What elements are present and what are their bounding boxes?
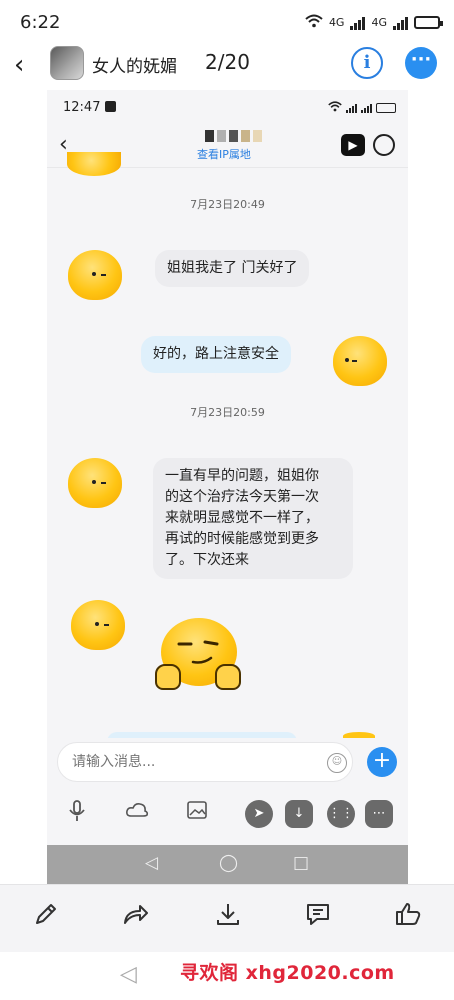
signal-icon [361,103,372,113]
thumbs-up-icon [155,664,181,690]
message-timestamp: 7月23日20:59 [190,406,265,419]
profile-icon[interactable] [373,134,395,156]
thumbs-up-icon [215,664,241,690]
nav-back-icon[interactable]: ◁ [120,962,137,987]
thumbs-up-smirk-emoji[interactable] [155,618,241,692]
inner-status-bar: 12:47 [47,90,408,124]
message-text: 姐姐我走了 门关好了 [167,260,298,276]
add-button[interactable]: + [367,747,397,777]
share-icon[interactable] [118,901,154,937]
signal-icon [393,16,408,30]
nav-recents-icon: □ [293,853,310,873]
app-notification-icon [105,101,116,112]
avatar[interactable] [71,600,125,650]
action-bar [0,884,454,952]
info-icon[interactable]: i [351,47,383,79]
cloud-icon[interactable] [123,800,151,828]
message-text: 了。下次还来 [165,552,249,568]
message-bubble: 一直有早的问题，姐姐你 的这个治疗法今天第一次 来就明显感觉不一样了， 再试的时… [153,458,353,579]
avatar [67,152,121,176]
mic-icon[interactable] [63,800,91,828]
inner-status-time: 12:47 [63,100,101,115]
comment-icon[interactable] [300,901,336,937]
message-input[interactable] [57,742,353,782]
chat-icon[interactable]: ⋯ [365,800,393,828]
viewer-header: ‹ 女人的妩媚 2/20 i ··· [0,44,454,84]
message-bubble: 姐姐我走了 门关好了 [155,250,310,287]
download-icon[interactable]: ↓ [285,800,313,828]
message-bubble: 好的，路上注意安全 [141,336,291,373]
network-type-label: 4G [371,16,387,29]
signal-icon [350,16,366,30]
watermark-text: 寻欢阁 xhg2020.com [180,962,395,984]
message-text: 再试的时候能感觉到更多 [165,531,319,547]
message-text: 来就明显感觉不一样了， [165,510,319,526]
share-icon[interactable]: ➤ [245,800,273,828]
signal-icon [346,103,357,113]
image-counter: 2/20 [205,50,250,74]
status-time: 6:22 [20,12,61,33]
back-button[interactable]: ‹ [14,50,24,80]
wifi-icon [305,14,323,31]
status-icons: 4G 4G [305,14,443,31]
emoji-icon[interactable]: ☺ [327,753,347,773]
like-icon[interactable] [390,901,426,937]
message-text: 好的，路上注意安全 [153,346,279,362]
message-text: 的这个治疗法今天第一次 [165,489,319,505]
network-type-label: 4G [328,16,345,29]
inner-navigation-bar: ◁ ◯ □ [47,845,408,885]
ip-location-link[interactable]: 查看IP属地 [197,146,251,162]
page-title: 女人的妩媚 [92,57,177,77]
message-timestamp: 7月23日20:49 [190,198,265,211]
avatar[interactable] [68,458,122,508]
message-input-bar: ☺ + [47,738,408,788]
nav-back-icon: ◁ [145,853,159,873]
more-dots-icon[interactable]: ··· [405,47,437,79]
wifi-icon [328,101,342,114]
status-bar: 6:22 4G 4G [0,0,454,44]
avatar[interactable] [68,250,122,300]
image-icon[interactable] [183,800,211,828]
avatar[interactable] [50,46,84,80]
contact-name-pixelated [205,130,262,142]
download-icon[interactable] [210,901,246,937]
chat-screenshot: 12:47 ‹ 查看IP属地 ▶ 7月23日20:49 姐姐我走了 门关好了 好… [47,90,408,885]
chat-toolbar: ➤ ↓ ⋮⋮ ⋯ [47,790,408,840]
nav-home-icon: ◯ [219,853,239,873]
message-text: 一直有早的问题，姐姐你 [165,468,319,484]
battery-icon [414,16,443,29]
avatar[interactable] [333,336,387,386]
video-call-icon[interactable]: ▶ [341,134,365,156]
apps-icon[interactable]: ⋮⋮ [327,800,355,828]
battery-icon [376,102,396,113]
inner-status-icons [328,101,396,114]
edit-icon[interactable] [28,901,64,937]
